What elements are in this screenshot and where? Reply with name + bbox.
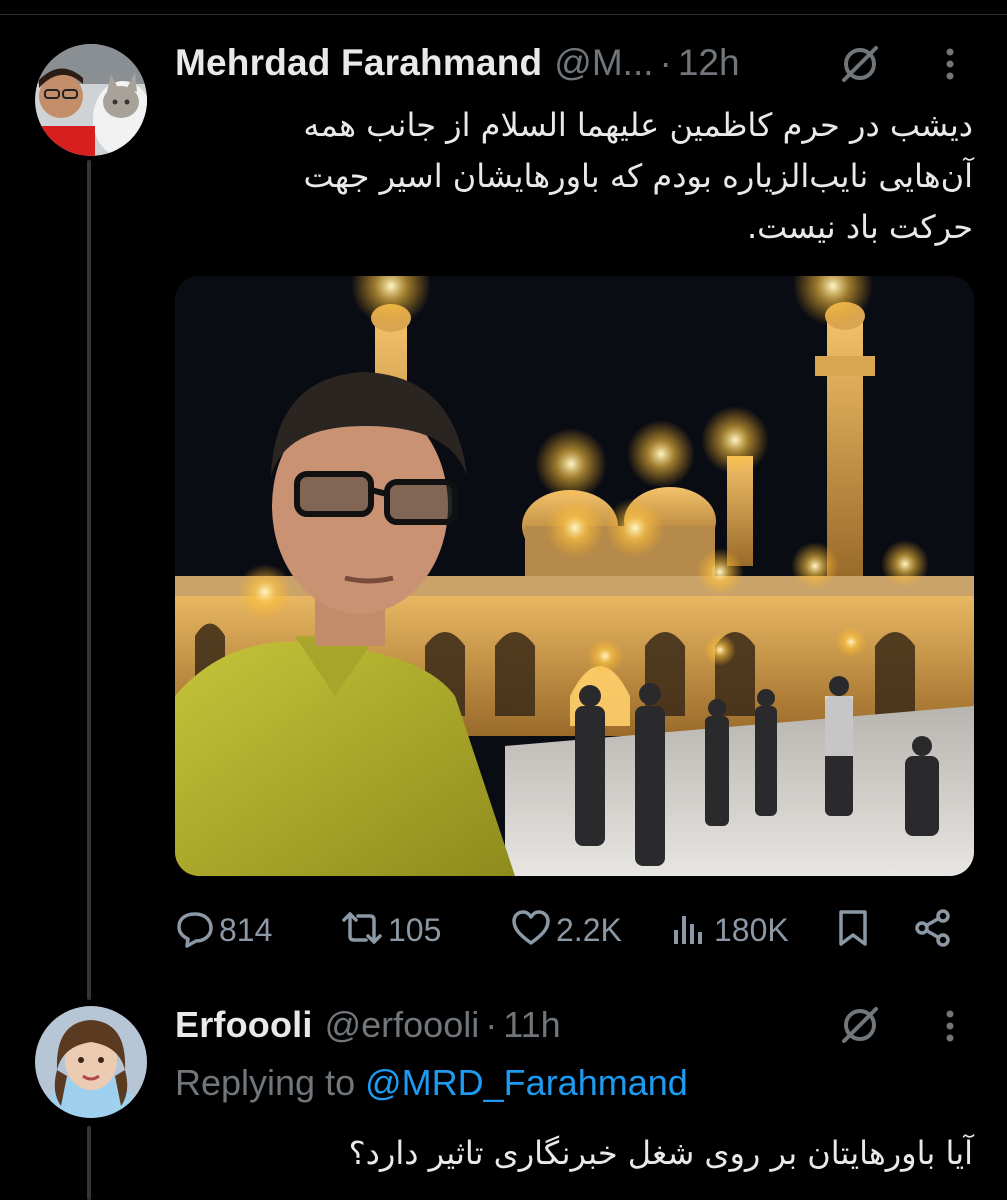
bookmark-icon — [835, 908, 871, 953]
reply-thread-line — [87, 1126, 91, 1200]
reply-timestamp[interactable]: 11h — [503, 1004, 560, 1046]
reply-action[interactable]: 814 — [175, 900, 272, 960]
more-options-icon[interactable] — [944, 46, 956, 87]
like-action[interactable]: 2.2K — [510, 900, 622, 960]
replier-avatar[interactable] — [35, 1006, 147, 1118]
reply-icon — [175, 908, 215, 953]
repost-icon — [340, 908, 384, 953]
author-handle[interactable]: @M... — [554, 42, 653, 84]
tweet-header: Mehrdad Farahmand @M... · 12h — [175, 40, 740, 86]
repost-action[interactable]: 105 — [340, 900, 441, 960]
bar-chart-icon — [670, 908, 710, 953]
reply-text: آیا باورهایتان بر روی شغل خبرنگاری تاثیر… — [348, 1134, 973, 1172]
tweet-text: دیشب در حرم کاظمین علیهما السلام از جانب… — [303, 106, 973, 246]
replying-to-line: Replying to @MRD_Farahmand — [175, 1062, 688, 1104]
share-icon — [913, 908, 953, 953]
like-count: 2.2K — [556, 911, 622, 948]
reply-header-separator: · — [485, 1004, 498, 1045]
header-separator: · — [659, 42, 672, 83]
top-divider — [0, 0, 1007, 15]
grok-icon[interactable] — [838, 42, 882, 91]
bookmark-action[interactable] — [835, 900, 871, 960]
reply-grok-icon[interactable] — [838, 1003, 882, 1052]
view-count: 180K — [714, 911, 789, 948]
replier-handle[interactable]: @erfoooli — [325, 1004, 480, 1046]
tweet-timestamp[interactable]: 12h — [678, 42, 740, 84]
replying-to-mention[interactable]: @MRD_Farahmand — [365, 1062, 688, 1103]
author-avatar[interactable] — [35, 44, 147, 156]
share-action[interactable] — [913, 900, 953, 960]
replying-to-label: Replying to — [175, 1062, 356, 1103]
tweet-media-photo[interactable] — [175, 276, 974, 876]
reply-header: Erfoooli @erfoooli · 11h — [175, 1002, 561, 1048]
views-action[interactable]: 180K — [670, 900, 789, 960]
replier-display-name[interactable]: Erfoooli — [175, 1004, 313, 1046]
author-display-name[interactable]: Mehrdad Farahmand — [175, 42, 542, 84]
thread-connector-line — [87, 160, 91, 1000]
tweet-actions-bar: 814 105 2.2K 180K — [175, 900, 965, 960]
repost-count: 105 — [388, 911, 442, 948]
reply-count: 814 — [219, 911, 273, 948]
heart-icon — [510, 908, 552, 953]
reply-more-options-icon[interactable] — [944, 1008, 956, 1049]
